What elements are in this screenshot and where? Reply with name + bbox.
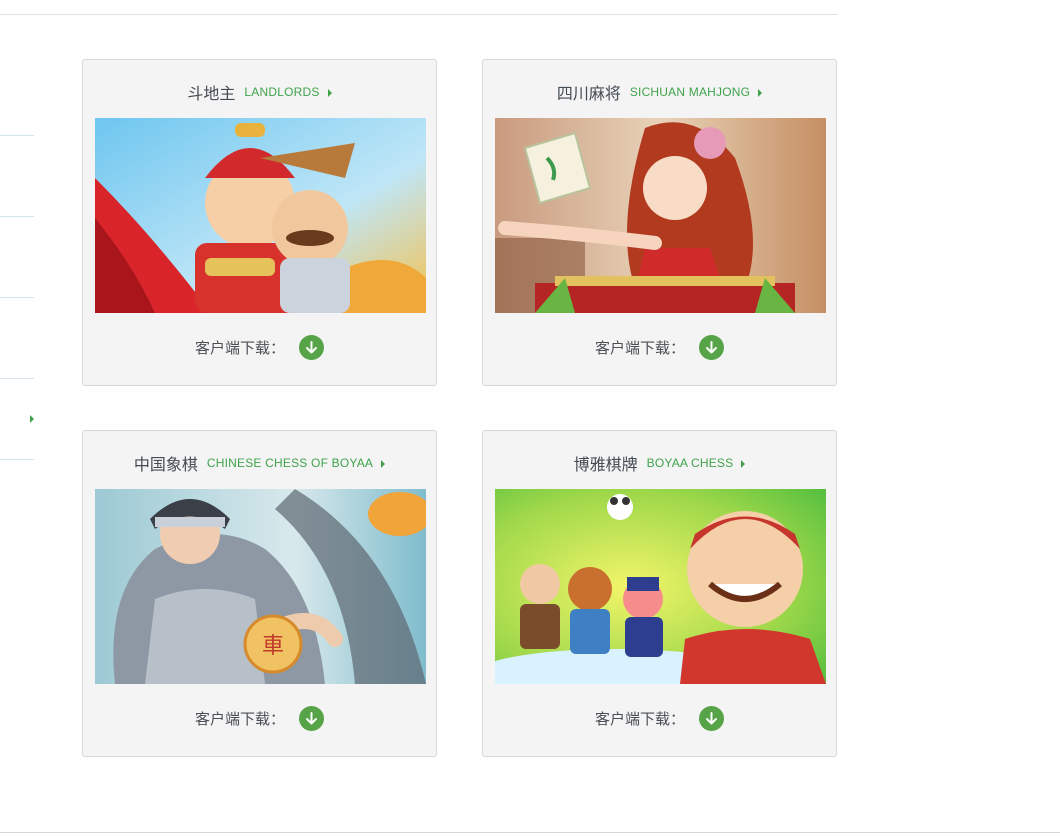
- download-row: 客户端下载：: [483, 704, 836, 732]
- bottom-divider: [0, 832, 1060, 833]
- download-row: 客户端下载：: [483, 333, 836, 361]
- download-arrow-icon[interactable]: [699, 705, 724, 731]
- game-title-cn[interactable]: 中国象棋: [134, 451, 198, 475]
- game-title-cn[interactable]: 博雅棋牌: [574, 451, 638, 475]
- game-title-en[interactable]: BOYAA CHESS: [647, 456, 734, 470]
- game-title-en[interactable]: CHINESE CHESS OF BOYAA: [207, 456, 373, 470]
- download-row: 客户端下载：: [83, 704, 436, 732]
- game-title-cn[interactable]: 斗地主: [187, 80, 235, 104]
- sidebar-divider: [0, 459, 34, 460]
- top-divider: [0, 14, 838, 15]
- game-title-cn[interactable]: 四川麻将: [557, 80, 621, 104]
- game-card-header[interactable]: 博雅棋牌 BOYAA CHESS: [483, 451, 836, 475]
- download-label: 客户端下载：: [194, 709, 285, 728]
- download-label: 客户端下载：: [594, 338, 685, 357]
- game-card-boyaa-chess: 博雅棋牌 BOYAA CHESS 客户端下载：: [482, 430, 837, 757]
- sidebar-divider: [0, 378, 34, 379]
- game-card-header[interactable]: 中国象棋 CHINESE CHESS OF BOYAA: [83, 451, 436, 475]
- sidebar-divider: [0, 135, 34, 136]
- svg-text:車: 車: [262, 634, 284, 659]
- download-label: 客户端下载：: [594, 709, 685, 728]
- game-card-landlords: 斗地主 LANDLORDS 客户端下载：: [82, 59, 437, 386]
- game-card-chinese-chess: 中国象棋 CHINESE CHESS OF BOYAA 車 客户端下载：: [82, 430, 437, 757]
- game-banner-image[interactable]: [495, 118, 826, 313]
- game-card-sichuan-mahjong: 四川麻将 SICHUAN MAHJONG 客户端下载：: [482, 59, 837, 386]
- game-card-header[interactable]: 四川麻将 SICHUAN MAHJONG: [483, 80, 836, 104]
- download-row: 客户端下载：: [83, 333, 436, 361]
- game-banner-image[interactable]: [95, 118, 426, 313]
- game-banner-image[interactable]: 車: [95, 489, 426, 684]
- caret-right-icon[interactable]: [381, 459, 386, 468]
- sidebar-caret-right-icon[interactable]: [30, 415, 34, 423]
- sidebar-divider: [0, 216, 34, 217]
- download-label: 客户端下载：: [194, 338, 285, 357]
- game-title-en[interactable]: SICHUAN MAHJONG: [630, 85, 750, 99]
- game-title-en[interactable]: LANDLORDS: [244, 85, 319, 99]
- download-arrow-icon[interactable]: [299, 705, 324, 731]
- caret-right-icon[interactable]: [741, 459, 746, 468]
- game-card-header[interactable]: 斗地主 LANDLORDS: [83, 80, 436, 104]
- game-banner-image[interactable]: [495, 489, 826, 684]
- download-arrow-icon[interactable]: [299, 334, 324, 360]
- caret-right-icon[interactable]: [758, 88, 763, 97]
- download-arrow-icon[interactable]: [699, 334, 724, 360]
- caret-right-icon[interactable]: [327, 88, 332, 97]
- sidebar-divider: [0, 297, 34, 298]
